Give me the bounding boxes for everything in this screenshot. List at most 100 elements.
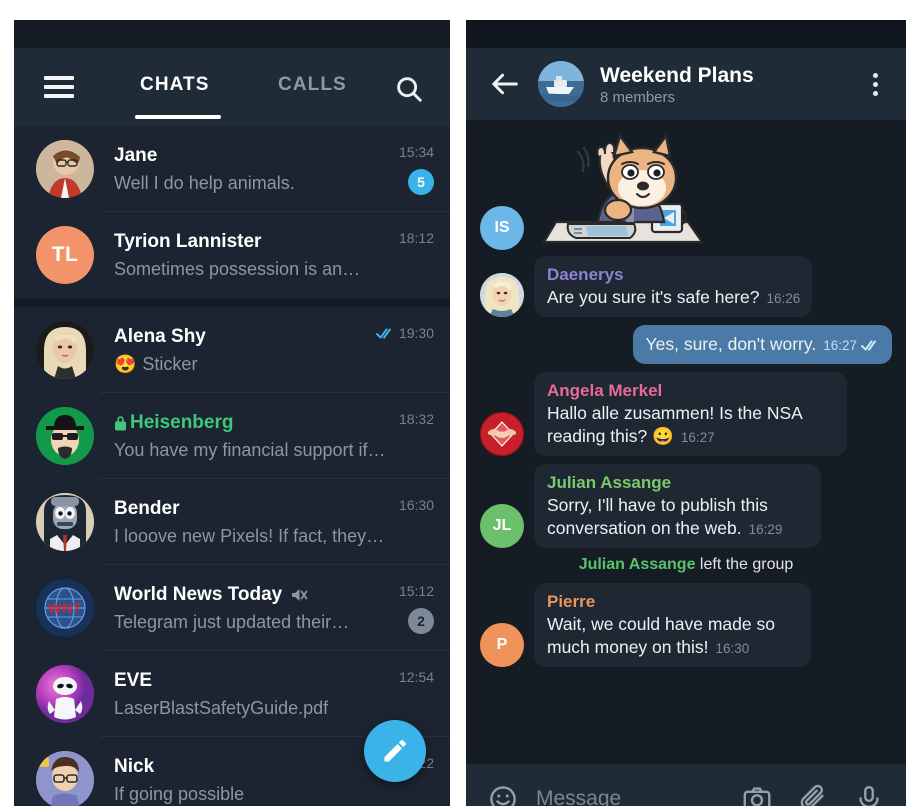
avatar-photo-heisenberg	[36, 407, 94, 465]
chat-row-body: Heisenberg You have my financial support…	[114, 411, 399, 462]
tab-calls[interactable]: CALLS	[278, 74, 347, 96]
paperclip-icon[interactable]	[798, 784, 828, 806]
avatar	[36, 665, 94, 723]
message-input[interactable]: Message	[536, 787, 716, 806]
unread-badge: 5	[408, 169, 434, 195]
avatar[interactable]: P	[480, 623, 524, 667]
chat-list-item-tyrion-lannister[interactable]: TL Tyrion Lannister Sometimes possession…	[14, 212, 450, 298]
back-arrow-icon[interactable]	[490, 69, 520, 99]
chat-name: Nick	[114, 755, 395, 779]
avatar-photo-alena	[36, 321, 94, 379]
avatar	[36, 140, 94, 198]
chat-list-item-jane[interactable]: Jane Well I do help animals. 15:34 5	[14, 126, 450, 212]
chat-time: 12:54	[399, 669, 434, 685]
page-title: Weekend Plans	[600, 63, 754, 87]
chat-row-body: EVE LaserBlastSafetyGuide.pdf	[114, 669, 399, 720]
chat-name-text: Heisenberg	[130, 411, 234, 433]
message-sender: Julian Assange	[547, 473, 672, 492]
avatar	[36, 321, 94, 379]
avatar[interactable]: IS	[480, 206, 524, 250]
chat-preview: LaserBlastSafetyGuide.pdf	[114, 697, 395, 720]
double-check-icon	[861, 339, 880, 352]
kebab-menu-icon[interactable]	[862, 69, 888, 99]
chat-preview-text: I looove new Pixels! If fact, they…	[114, 525, 385, 546]
active-tab-indicator	[135, 115, 221, 119]
unread-badge-muted: 2	[408, 608, 434, 634]
message-text: Are you sure it's safe here? 16:26	[547, 286, 800, 310]
chat-preview-text: Sticker	[142, 353, 198, 374]
message-time: 16:27	[680, 430, 715, 445]
screenshot-root: CHATS CALLS Jane Well I do help animals.…	[0, 0, 918, 806]
message-body: Yes, sure, don't worry.	[645, 334, 817, 354]
chat-preview-text: LaserBlastSafetyGuide.pdf	[114, 697, 329, 718]
conversation-title-block[interactable]: Weekend Plans 8 members	[600, 63, 862, 106]
chat-time: 19:30	[375, 325, 434, 341]
message-bubble[interactable]: Daenerys Are you sure it's safe here? 16:…	[534, 256, 813, 317]
tab-chats[interactable]: CHATS	[140, 74, 210, 96]
avatar	[36, 493, 94, 551]
chat-row-meta: 18:12	[399, 212, 434, 298]
chat-list-item-world-news-today[interactable]: WNT World News Today Telegram just updat…	[14, 565, 450, 651]
chat-name-text: World News Today	[114, 583, 283, 605]
message-text: Hallo alle zusammen! Is the NSA reading …	[547, 402, 835, 449]
message-incoming-angela-merkel: Angela Merkel Hallo alle zusammen! Is th…	[480, 372, 892, 456]
message-bubble[interactable]: Pierre Wait, we could have made so much …	[534, 583, 811, 667]
message-bubble[interactable]: Yes, sure, don't worry. 16:27	[632, 325, 892, 364]
chat-row-meta: 19:30	[375, 307, 434, 393]
system-message-user: Julian Assange	[578, 556, 696, 573]
status-bar	[14, 20, 450, 48]
message-sender: Angela Merkel	[547, 381, 663, 400]
chat-time-text: 18:12	[398, 230, 434, 246]
shiba-inu-newspaper-sticker[interactable]	[534, 126, 716, 250]
message-sticker: IS	[480, 126, 892, 250]
message-bubble[interactable]: Angela Merkel Hallo alle zusammen! Is th…	[534, 372, 847, 456]
chat-list-item-alena-shy[interactable]: Alena Shy 😍 Sticker 19:30	[14, 307, 450, 393]
chat-preview: If going possible	[114, 783, 395, 806]
chat-time-text: 15:12	[398, 583, 434, 599]
chat-preview-text: Well I do help animals.	[114, 172, 295, 193]
message-incoming-pierre: P Pierre Wait, we could have made so muc…	[480, 583, 892, 667]
message-bubble[interactable]: Julian Assange Sorry, I'll have to publi…	[534, 464, 821, 548]
message-incoming-daenerys: Daenerys Are you sure it's safe here? 16:…	[480, 256, 892, 317]
avatar[interactable]	[480, 273, 524, 317]
avatar[interactable]	[480, 412, 524, 456]
avatar-initials: P	[496, 636, 508, 653]
mute-icon	[290, 587, 308, 603]
chat-name-text: Bender	[114, 497, 180, 519]
chat-time-text: 16:30	[398, 497, 434, 513]
avatar	[36, 407, 94, 465]
chat-row-meta: 15:12 2	[399, 565, 434, 651]
message-sender: Pierre	[547, 592, 596, 611]
avatar-photo-nick	[36, 751, 94, 806]
avatar-photo-daenerys	[480, 273, 524, 317]
chat-list-item-heisenberg[interactable]: Heisenberg You have my financial support…	[14, 393, 450, 479]
avatar[interactable]: JL	[480, 504, 524, 548]
avatar-photo-angela-merkel	[480, 412, 524, 456]
chat-row-meta: 18:32	[399, 393, 434, 479]
avatar: WNT	[36, 579, 94, 637]
message-body: Sorry, I'll have to publish this convers…	[547, 495, 768, 538]
chat-time-text: 18:32	[398, 411, 434, 427]
camera-icon[interactable]	[742, 784, 772, 806]
microphone-icon[interactable]	[854, 784, 884, 806]
compose-message-button[interactable]	[364, 720, 426, 782]
chat-list-item-bender[interactable]: Bender I looove new Pixels! If fact, the…	[14, 479, 450, 565]
smiley-icon[interactable]	[488, 784, 518, 806]
chat-row-body: World News Today Telegram just updated t…	[114, 583, 399, 634]
conversation-header: Weekend Plans 8 members	[466, 48, 906, 120]
chat-list[interactable]: Jane Well I do help animals. 15:34 5 TL	[14, 126, 450, 806]
chat-row-body: Jane Well I do help animals.	[114, 144, 399, 195]
lock-icon	[114, 415, 127, 431]
conversation-panel: Weekend Plans 8 members IS Daenerys Are …	[466, 20, 906, 806]
search-icon[interactable]	[394, 74, 424, 104]
avatar[interactable]	[538, 61, 584, 107]
svg-text:WNT: WNT	[48, 600, 81, 616]
message-time: 16:30	[715, 641, 750, 656]
chat-preview: You have my financial support if…	[114, 439, 395, 462]
message-incoming-julian-assange: JL Julian Assange Sorry, I'll have to pu…	[480, 464, 892, 548]
message-time: 16:29	[748, 522, 783, 537]
message-text: Sorry, I'll have to publish this convers…	[547, 494, 809, 541]
member-count: 8 members	[600, 88, 676, 106]
hamburger-menu-icon[interactable]	[44, 76, 74, 98]
chat-name-text: Jane	[114, 144, 158, 166]
